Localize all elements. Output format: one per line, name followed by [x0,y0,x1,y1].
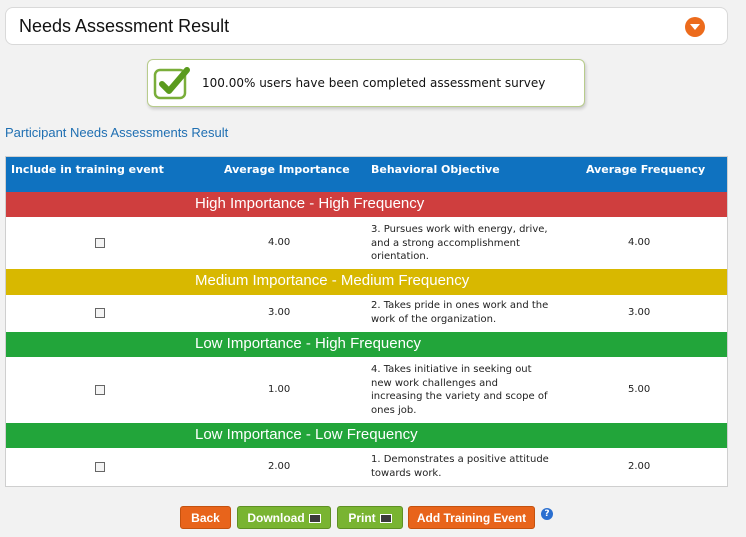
completion-notice: 100.00% users have been completed assess… [147,59,585,107]
group-label: High Importance - High Frequency [195,195,425,212]
average-frequency: 4.00 [628,237,651,248]
behavioral-objective: 2. Takes pride in ones work and the work… [371,300,549,325]
group-label: Low Importance - Low Frequency [195,426,418,443]
column-header-include: Include in training event [11,163,164,176]
group-label: Low Importance - High Frequency [195,335,421,352]
print-button-label: Print [348,511,376,525]
include-checkbox[interactable] [95,462,105,472]
table-header: Include in training event Average Import… [6,157,727,192]
average-importance: 3.00 [268,307,291,318]
print-button[interactable]: Print [337,506,403,529]
average-importance: 1.00 [268,384,291,395]
average-frequency: 5.00 [628,384,651,395]
include-checkbox[interactable] [95,238,105,248]
table-row: 4.00 3. Pursues work with energy, drive,… [6,217,727,269]
page-title: Needs Assessment Result [19,16,230,36]
page-header: Needs Assessment Result [5,7,728,45]
section-title: Participant Needs Assessments Result [5,125,229,140]
include-checkbox[interactable] [95,308,105,318]
group-header: High Importance - High Frequency [6,192,727,217]
table-row: 3.00 2. Takes pride in ones work and the… [6,295,727,332]
include-checkbox[interactable] [95,385,105,395]
column-header-frequency: Average Frequency [586,163,706,176]
add-training-event-button[interactable]: Add Training Event [408,506,535,529]
back-button-label: Back [191,511,220,525]
help-icon[interactable]: ? [541,508,553,520]
add-training-event-label: Add Training Event [416,511,527,525]
download-button-label: Download [247,511,305,525]
column-header-importance: Average Importance [224,163,350,176]
group-label: Medium Importance - Medium Frequency [195,272,470,289]
column-header-objective: Behavioral Objective [371,163,500,176]
results-table: Include in training event Average Import… [5,156,728,487]
checkmark-icon [153,67,190,100]
download-icon [308,514,321,524]
collapse-toggle-icon[interactable] [685,17,705,37]
group-header: Low Importance - Low Frequency [6,423,727,448]
table-row: 2.00 1. Demonstrates a positive attitude… [6,448,727,486]
completion-message: 100.00% users have been completed assess… [202,76,546,90]
download-button[interactable]: Download [237,506,331,529]
back-button[interactable]: Back [180,506,231,529]
group-header: Low Importance - High Frequency [6,332,727,357]
average-importance: 2.00 [268,461,291,472]
average-importance: 4.00 [268,237,291,248]
average-frequency: 3.00 [628,307,651,318]
behavioral-objective: 1. Demonstrates a positive attitude towa… [371,454,549,479]
behavioral-objective: 3. Pursues work with energy, drive, and … [371,224,548,262]
average-frequency: 2.00 [628,461,651,472]
printer-icon [379,514,392,524]
group-header: Medium Importance - Medium Frequency [6,269,727,295]
table-row: 1.00 4. Takes initiative in seeking out … [6,357,727,423]
behavioral-objective: 4. Takes initiative in seeking out new w… [371,364,548,416]
